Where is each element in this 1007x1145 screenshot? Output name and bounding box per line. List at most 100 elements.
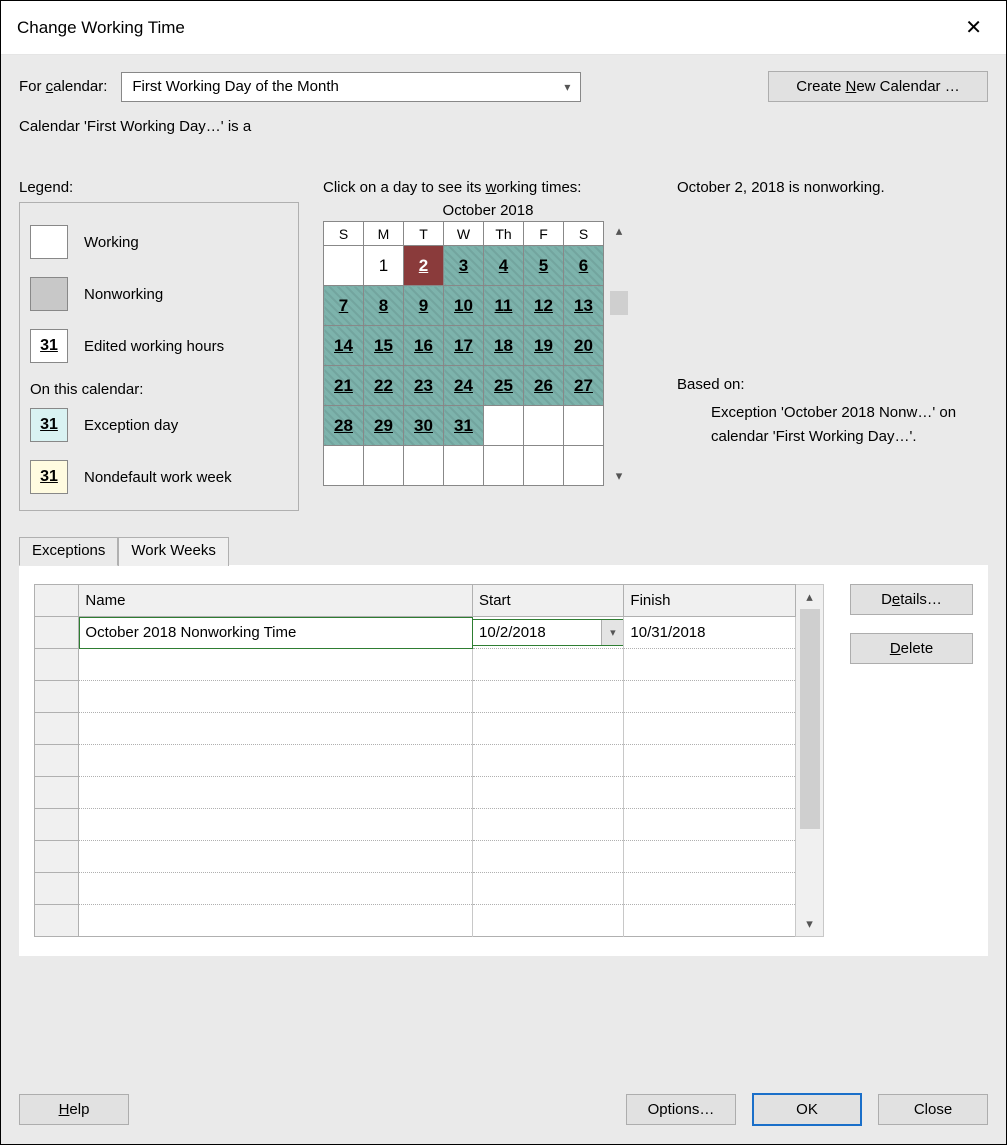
empty-cell[interactable] (79, 841, 473, 873)
empty-cell[interactable] (624, 809, 796, 841)
calendar-day-22[interactable]: 22 (364, 366, 404, 406)
row-header[interactable] (35, 649, 79, 681)
exceptions-grid[interactable]: NameStartFinish October 2018 Nonworking T… (34, 584, 796, 937)
empty-cell[interactable] (624, 713, 796, 745)
row-header[interactable] (35, 713, 79, 745)
column-header-name[interactable]: Name (79, 585, 473, 617)
empty-cell[interactable] (473, 713, 624, 745)
help-button[interactable]: Help (19, 1094, 129, 1125)
empty-cell[interactable] (473, 809, 624, 841)
ok-button[interactable]: OK (752, 1093, 862, 1126)
empty-cell[interactable] (473, 777, 624, 809)
empty-cell[interactable] (79, 649, 473, 681)
row-header[interactable] (35, 745, 79, 777)
exception-name-cell[interactable]: October 2018 Nonworking Time (79, 617, 473, 649)
calendar-day-14[interactable]: 14 (324, 326, 364, 366)
empty-cell[interactable] (79, 873, 473, 905)
calendar-day-19[interactable]: 19 (524, 326, 564, 366)
exception-finish-cell[interactable]: 10/31/2018 (624, 617, 796, 649)
row-header[interactable] (35, 809, 79, 841)
empty-cell[interactable] (624, 649, 796, 681)
calendar-day-28[interactable]: 28 (324, 406, 364, 446)
scroll-up-icon[interactable]: ▴ (806, 589, 813, 605)
calendar-day-26[interactable]: 26 (524, 366, 564, 406)
empty-cell[interactable] (473, 681, 624, 713)
calendar-day-10[interactable]: 10 (444, 286, 484, 326)
calendar-day-12[interactable]: 12 (524, 286, 564, 326)
calendar-day-18[interactable]: 18 (484, 326, 524, 366)
calendar-day-3[interactable]: 3 (444, 246, 484, 286)
empty-cell[interactable] (473, 905, 624, 937)
calendar-day-1[interactable]: 1 (364, 246, 404, 286)
close-button[interactable]: Close (878, 1094, 988, 1125)
empty-cell[interactable] (473, 745, 624, 777)
calendar-day-6[interactable]: 6 (564, 246, 604, 286)
calendar-day-23[interactable]: 23 (404, 366, 444, 406)
calendar-day-29[interactable]: 29 (364, 406, 404, 446)
empty-cell[interactable] (624, 777, 796, 809)
row-header[interactable] (35, 841, 79, 873)
empty-cell[interactable] (79, 809, 473, 841)
calendar-day-5[interactable]: 5 (524, 246, 564, 286)
empty-cell[interactable] (624, 681, 796, 713)
calendar-grid[interactable]: SMTWThFS12345678910111213141516171819202… (323, 221, 604, 486)
calendar-day-25[interactable]: 25 (484, 366, 524, 406)
calendar-day-4[interactable]: 4 (484, 246, 524, 286)
empty-cell[interactable] (79, 905, 473, 937)
based-on-label: Based on: (677, 376, 988, 393)
calendar-day-11[interactable]: 11 (484, 286, 524, 326)
calendar-day-17[interactable]: 17 (444, 326, 484, 366)
calendar-day-31[interactable]: 31 (444, 406, 484, 446)
calendar-day-7[interactable]: 7 (324, 286, 364, 326)
scroll-down-icon[interactable]: ▾ (614, 466, 625, 486)
empty-cell[interactable] (624, 745, 796, 777)
calendar-day-8[interactable]: 8 (364, 286, 404, 326)
row-header[interactable] (35, 681, 79, 713)
empty-cell[interactable] (624, 905, 796, 937)
close-icon[interactable]: ✕ (957, 11, 990, 44)
details-button[interactable]: Details… (850, 584, 973, 615)
row-header[interactable] (35, 873, 79, 905)
empty-cell[interactable] (79, 745, 473, 777)
calendar-day-13[interactable]: 13 (564, 286, 604, 326)
delete-button[interactable]: Delete (850, 633, 973, 664)
empty-cell[interactable] (473, 841, 624, 873)
calendar-day-16[interactable]: 16 (404, 326, 444, 366)
empty-cell[interactable] (79, 713, 473, 745)
grid-scrollbar[interactable]: ▴ ▾ (796, 584, 824, 937)
chevron-down-icon[interactable]: ▾ (601, 620, 623, 645)
scroll-thumb[interactable] (610, 291, 628, 315)
empty-cell[interactable] (473, 649, 624, 681)
scroll-up-icon[interactable]: ▴ (614, 221, 625, 241)
calendar-day-2[interactable]: 2 (404, 246, 444, 286)
exception-start-cell[interactable]: 10/2/2018▾ (473, 617, 624, 649)
calendar-day-9[interactable]: 9 (404, 286, 444, 326)
column-header-start[interactable]: Start (473, 585, 624, 617)
create-new-calendar-button[interactable]: Create New Calendar … (768, 71, 988, 102)
empty-cell[interactable] (79, 681, 473, 713)
swatch-nonworking (30, 277, 68, 311)
empty-cell[interactable] (624, 873, 796, 905)
calendar-day-27[interactable]: 27 (564, 366, 604, 406)
calendar-day-20[interactable]: 20 (564, 326, 604, 366)
row-header[interactable] (35, 905, 79, 937)
row-header[interactable] (35, 777, 79, 809)
column-header-finish[interactable]: Finish (624, 585, 796, 617)
empty-cell[interactable] (473, 873, 624, 905)
calendar-day-24[interactable]: 24 (444, 366, 484, 406)
tab-exceptions[interactable]: Exceptions (19, 537, 118, 566)
calendar-select[interactable]: First Working Day of the Month ▾ (121, 72, 581, 102)
row-header[interactable] (35, 617, 79, 649)
tab-work-weeks[interactable]: Work Weeks (118, 537, 228, 566)
scroll-thumb[interactable] (800, 609, 820, 829)
scroll-track[interactable] (610, 241, 628, 466)
empty-cell[interactable] (624, 841, 796, 873)
calendar-day-15[interactable]: 15 (364, 326, 404, 366)
empty-cell[interactable] (79, 777, 473, 809)
options-button[interactable]: Options… (626, 1094, 736, 1125)
calendar-scrollbar[interactable]: ▴ ▾ (608, 221, 630, 486)
scroll-down-icon[interactable]: ▾ (806, 916, 813, 932)
calendar-day-30[interactable]: 30 (404, 406, 444, 446)
calendar-day-21[interactable]: 21 (324, 366, 364, 406)
tab-body: NameStartFinish October 2018 Nonworking T… (19, 565, 988, 956)
